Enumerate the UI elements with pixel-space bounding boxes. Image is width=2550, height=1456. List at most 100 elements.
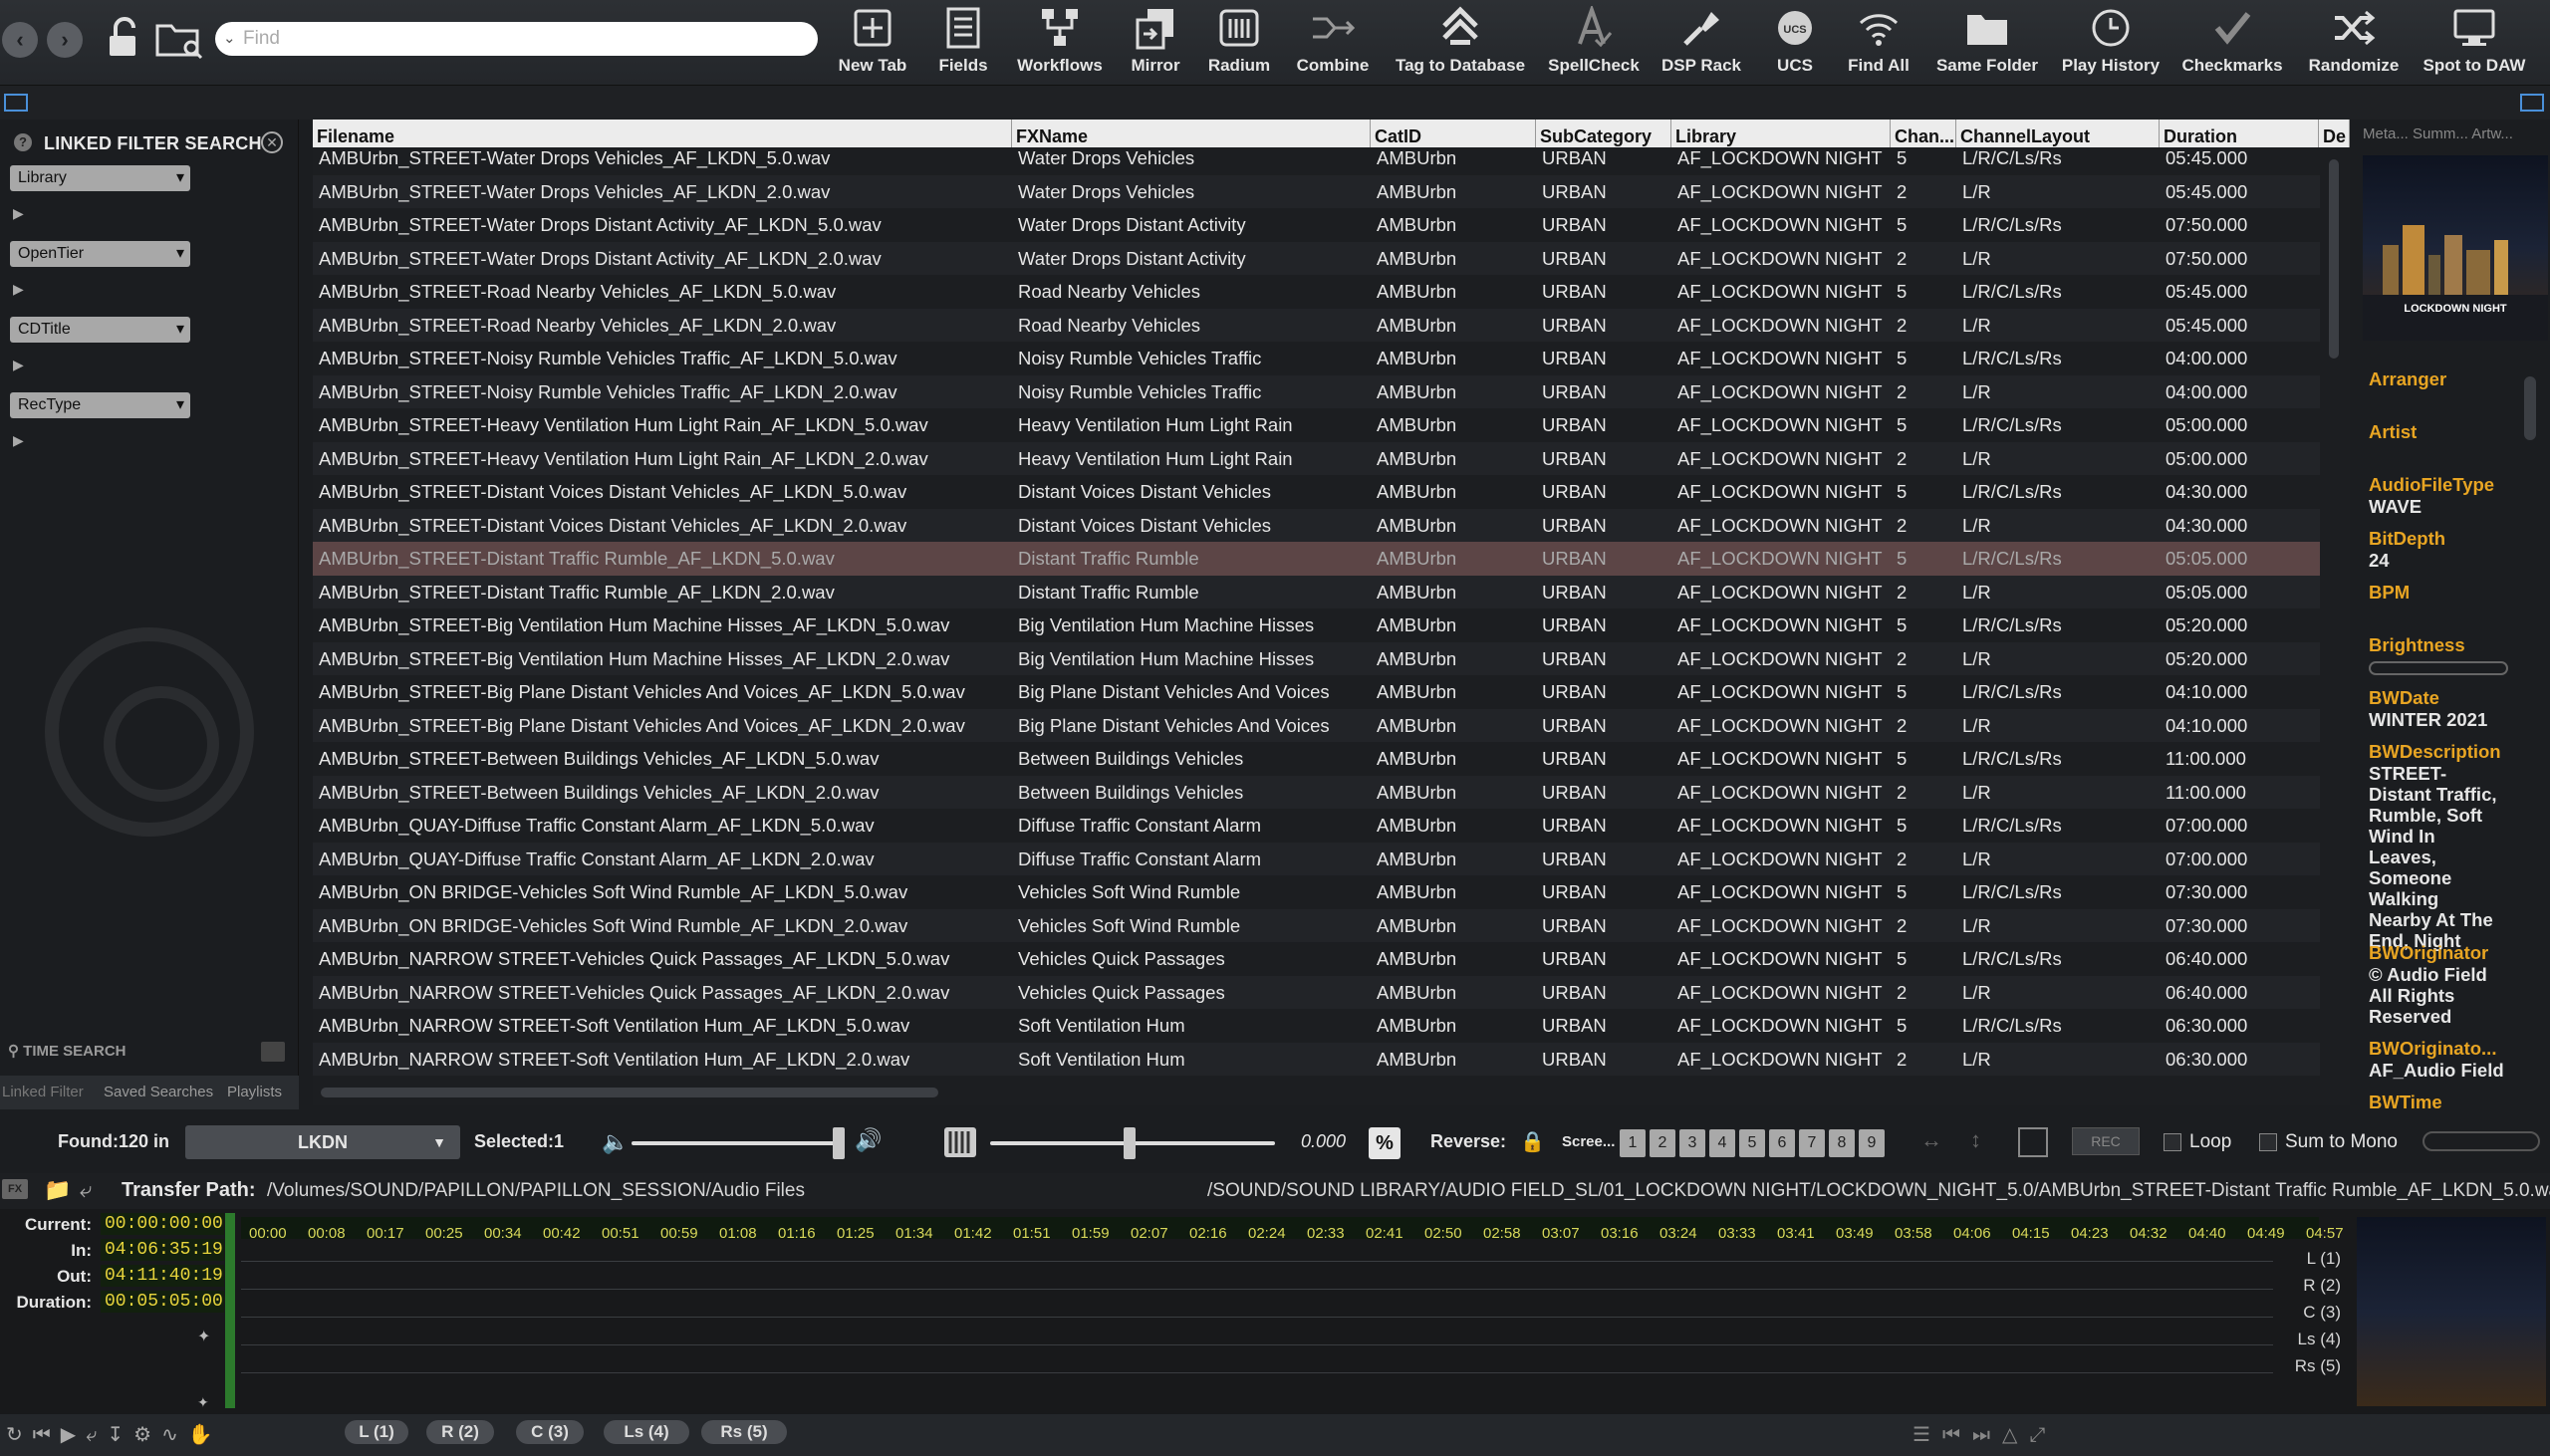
lock-icon[interactable]: 🔒 (1520, 1129, 1545, 1154)
table-row[interactable]: AMBUrbn_STREET-Between Buildings Vehicle… (313, 742, 2320, 776)
arrow-icon[interactable]: ⤶ (80, 1177, 92, 1203)
table-row[interactable]: AMBUrbn_STREET-Noisy Rumble Vehicles Tra… (313, 374, 2320, 408)
hand-icon[interactable]: ✋ (188, 1424, 223, 1446)
prev-marker-icon[interactable]: ⏮ (1942, 1424, 1972, 1446)
tag-to-database-button[interactable]: Tag to Database (1391, 0, 1530, 86)
filter-select-library[interactable]: Library (10, 165, 190, 191)
brightness-slider[interactable] (2369, 661, 2508, 675)
meta-value-audiofiletype[interactable]: WAVE (2369, 496, 2543, 517)
column-header-filename[interactable]: Filename (313, 120, 1012, 147)
current-timecode[interactable]: 00:00:00:00 (101, 1213, 224, 1235)
folder-search-icon[interactable] (155, 18, 205, 60)
column-header-duration[interactable]: Duration (2160, 120, 2319, 147)
mixer-icon[interactable]: ☰ (1912, 1424, 1942, 1446)
channel-chip-ls[interactable]: Ls (4) (604, 1420, 689, 1444)
table-row[interactable]: AMBUrbn_STREET-Distant Traffic Rumble_AF… (313, 575, 2320, 608)
close-icon[interactable]: ✕ (261, 131, 283, 153)
fit-width-icon[interactable]: ↔ (1920, 1127, 1950, 1157)
table-row[interactable]: AMBUrbn_STREET-Big Plane Distant Vehicle… (313, 675, 2320, 709)
forward-arrow-icon[interactable]: › (47, 22, 83, 58)
pitch-slider-handle[interactable] (1124, 1127, 1136, 1159)
mirror-button[interactable]: Mirror (1120, 0, 1191, 86)
out-timecode[interactable]: 04:11:40:19 (101, 1265, 224, 1287)
transfer-path-value[interactable]: /Volumes/SOUND/PAPILLON/PAPILLON_SESSION… (267, 1180, 805, 1202)
channel-chip-rs[interactable]: Rs (5) (701, 1420, 787, 1444)
fx-icon[interactable]: FX (2, 1179, 28, 1199)
table-row[interactable]: AMBUrbn_NARROW STREET-Vehicles Quick Pas… (313, 975, 2320, 1009)
table-row[interactable]: AMBUrbn_STREET-Distant Voices Distant Ve… (313, 475, 2320, 509)
grid-icon[interactable] (2018, 1127, 2048, 1157)
screen-button-5[interactable]: 5 (1739, 1129, 1765, 1157)
loop-checkbox[interactable] (2164, 1133, 2181, 1151)
table-row[interactable]: AMBUrbn_STREET-Water Drops Distant Activ… (313, 208, 2320, 242)
column-header-channel-layout[interactable]: ChannelLayout (1956, 120, 2160, 147)
metadata-tabs[interactable]: Meta... Summ... Artw... (2363, 125, 2548, 142)
record-button[interactable]: REC (2072, 1127, 2140, 1155)
percent-toggle[interactable]: % (1369, 1127, 1401, 1159)
radium-button[interactable]: Radium (1203, 0, 1275, 86)
play-icon[interactable]: ▶ (61, 1424, 86, 1446)
next-marker-icon[interactable]: ⏭ (1972, 1424, 2002, 1446)
expand-triangle-icon[interactable]: ▶ (13, 205, 24, 222)
meta-value-bworiginator[interactable]: © Audio Field All Rights Reserved (2369, 964, 2508, 1027)
randomize-button[interactable]: Randomize (2299, 0, 2409, 86)
metadata-scrollbar[interactable] (2524, 376, 2536, 440)
table-row[interactable]: AMBUrbn_QUAY-Diffuse Traffic Constant Al… (313, 842, 2320, 875)
expand-icon[interactable]: ⤢ (2029, 1424, 2057, 1446)
screen-button-1[interactable]: 1 (1620, 1129, 1646, 1157)
column-header-description[interactable]: De (2319, 120, 2350, 147)
spellcheck-button[interactable]: SpellCheck (1544, 0, 1644, 86)
expand-triangle-icon[interactable]: ▶ (13, 281, 24, 298)
table-row[interactable]: AMBUrbn_STREET-Water Drops Vehicles_AF_L… (313, 174, 2320, 208)
find-input[interactable]: ⌄ Find (215, 22, 818, 56)
waveform-channel-l[interactable] (241, 1261, 2273, 1262)
transport-controls[interactable]: ↻⏮▶⤶↧⚙∿✋ (6, 1422, 223, 1447)
filter-select-rectype[interactable]: RecType (10, 392, 190, 418)
expand-triangle-icon[interactable]: ▶ (13, 357, 24, 373)
table-row[interactable]: AMBUrbn_ON BRIDGE-Vehicles Soft Wind Rum… (313, 908, 2320, 942)
skip-back-icon[interactable]: ⏮ (33, 1424, 61, 1446)
table-row[interactable]: AMBUrbn_NARROW STREET-Soft Ventilation H… (313, 1009, 2320, 1043)
folder-icon[interactable]: 📁 (44, 1177, 71, 1203)
volume-slider[interactable] (632, 1141, 845, 1145)
back-arrow-icon[interactable]: ‹ (2, 22, 38, 58)
column-header-fxname[interactable]: FXName (1012, 120, 1371, 147)
pitch-value[interactable]: 0.000 (1301, 1131, 1346, 1152)
volume-slider-handle[interactable] (833, 1127, 845, 1159)
curve-icon[interactable]: ∿ (161, 1424, 188, 1446)
table-row[interactable]: AMBUrbn_STREET-Road Nearby Vehicles_AF_L… (313, 308, 2320, 342)
play-history-button[interactable]: Play History (2056, 0, 2166, 86)
waveform-channel-r[interactable] (241, 1289, 2273, 1290)
sum-to-mono-checkbox[interactable] (2259, 1133, 2277, 1151)
tab-saved-searches[interactable]: Saved Searches (104, 1076, 213, 1109)
screen-button-8[interactable]: 8 (1829, 1129, 1855, 1157)
table-row[interactable]: AMBUrbn_QUAY-Diffuse Traffic Constant Al… (313, 809, 2320, 843)
table-row[interactable]: AMBUrbn_STREET-Big Plane Distant Vehicle… (313, 708, 2320, 742)
lock-icon[interactable] (104, 14, 143, 60)
screen-button-3[interactable]: 3 (1679, 1129, 1705, 1157)
table-row[interactable]: AMBUrbn_NARROW STREET-Soft Ventilation H… (313, 1042, 2320, 1076)
screen-button-9[interactable]: 9 (1859, 1129, 1885, 1157)
find-all-button[interactable]: Find All (1839, 0, 1918, 86)
table-row[interactable]: AMBUrbn_STREET-Big Ventilation Hum Machi… (313, 608, 2320, 642)
same-folder-button[interactable]: Same Folder (1932, 0, 2042, 86)
workflows-button[interactable]: Workflows (1012, 0, 1108, 86)
column-header-subcategory[interactable]: SubCategory (1536, 120, 1671, 147)
redo-icon[interactable]: ⤶ (86, 1424, 107, 1446)
volume-low-icon[interactable]: 🔈 (602, 1129, 629, 1155)
filter-select-opentier[interactable]: OpenTier (10, 241, 190, 267)
tools-icon[interactable]: ⚙ (133, 1424, 161, 1446)
vertical-scrollbar[interactable] (2329, 159, 2339, 359)
zoom-waveform-icon[interactable]: ✦ (197, 1327, 210, 1346)
meta-value-bwdate[interactable]: WINTER 2021 (2369, 709, 2543, 730)
screen-button-4[interactable]: 4 (1709, 1129, 1735, 1157)
spot-to-daw-button[interactable]: Spot to DAW (2419, 0, 2530, 86)
table-row[interactable]: AMBUrbn_STREET-Water Drops Distant Activ… (313, 241, 2320, 275)
channel-chip-r[interactable]: R (2) (426, 1420, 494, 1444)
table-row-selected[interactable]: AMBUrbn_STREET-Distant Traffic Rumble_AF… (313, 542, 2320, 576)
screen-button-6[interactable]: 6 (1769, 1129, 1795, 1157)
volume-high-icon[interactable]: 🔊 (855, 1127, 882, 1153)
output-slider[interactable] (2422, 1131, 2540, 1151)
channel-chip-c[interactable]: C (3) (516, 1420, 584, 1444)
left-panel-toggle-icon[interactable] (4, 94, 28, 112)
